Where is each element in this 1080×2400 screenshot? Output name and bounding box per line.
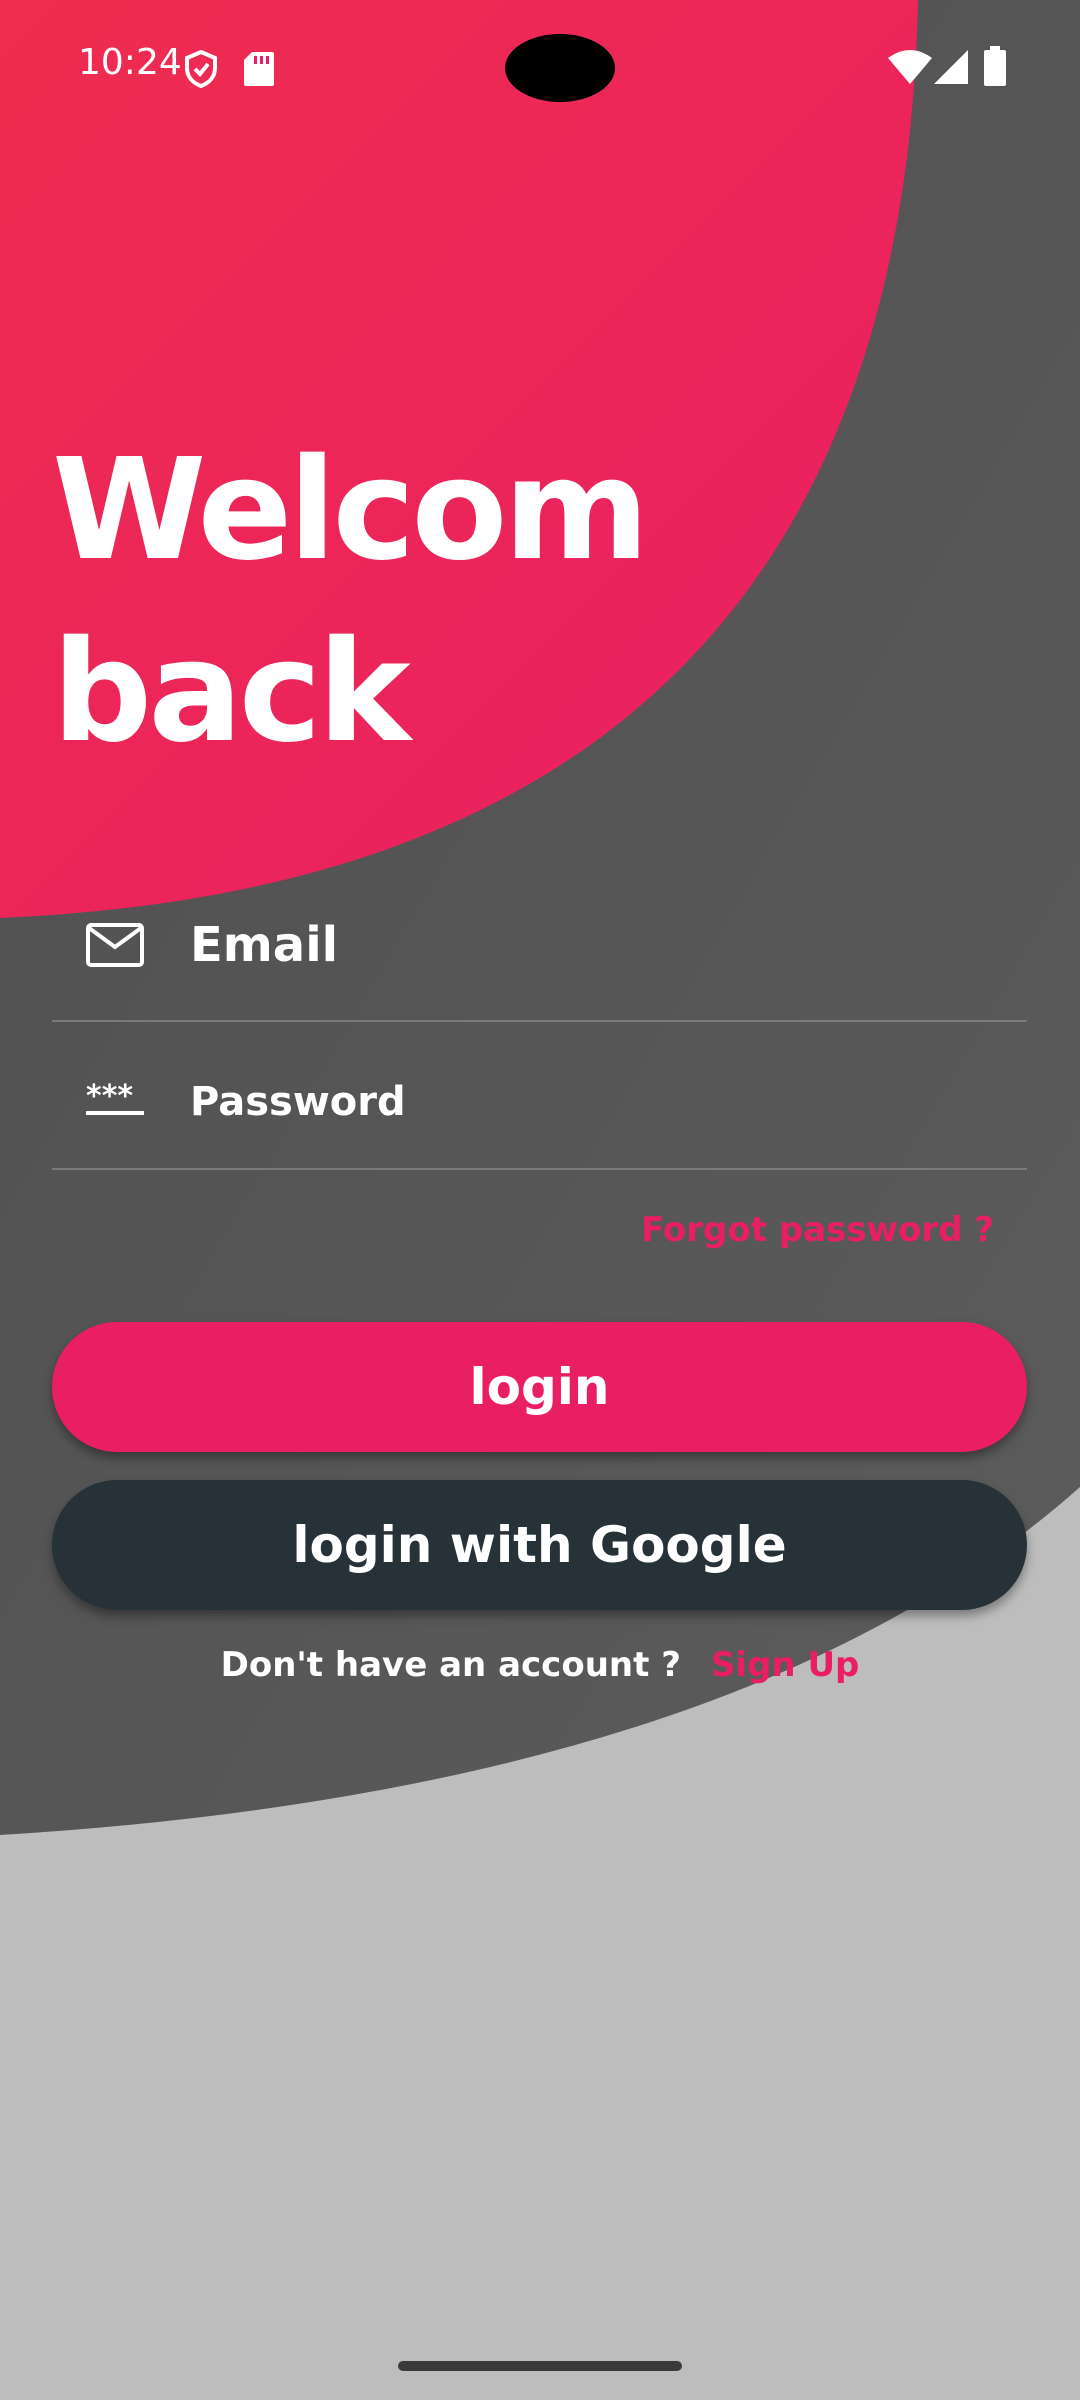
gesture-nav-handle[interactable] [398,2361,682,2371]
password-field[interactable]: *** [52,1022,1027,1170]
login-button[interactable]: login [52,1322,1027,1452]
signup-link[interactable]: Sign Up [711,1645,859,1685]
battery-icon [984,46,1006,86]
password-underline [52,1168,1027,1170]
forgot-password-link[interactable]: Forgot password ? [641,1210,994,1250]
email-field[interactable] [52,890,1027,1022]
camera-cutout [505,34,615,102]
shield-icon [185,50,217,88]
mail-icon [86,923,144,967]
status-time: 10:24 [78,42,182,83]
welcome-line-2: back [52,611,411,774]
status-bar: 10:24 [0,0,1080,136]
sd-card-icon [244,52,274,86]
signup-row: Don't have an account ? Sign Up [0,1645,1080,1685]
welcome-heading: Welcom back [52,420,649,784]
login-with-google-button[interactable]: login with Google [52,1480,1027,1610]
welcome-line-1: Welcom [52,429,649,592]
password-input[interactable] [190,1062,990,1142]
signal-icon [934,50,968,84]
background-shapes [0,0,1080,1835]
email-input[interactable] [190,890,990,1000]
wifi-icon [888,50,932,84]
svg-text:***: *** [86,1082,133,1114]
password-dots-icon: *** [86,1082,144,1115]
login-screen: 10:24 Welcom back Email *** Forgot passw… [0,0,1080,2400]
signup-prompt: Don't have an account ? [220,1645,681,1685]
